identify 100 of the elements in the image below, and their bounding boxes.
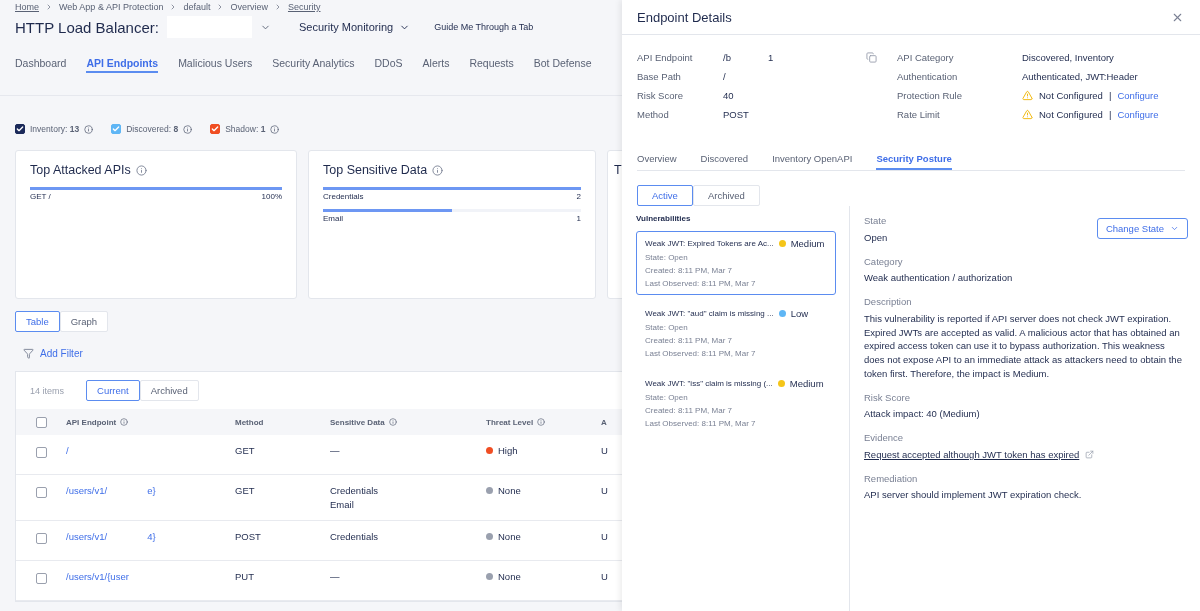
vulnerability-item[interactable]: Weak JWT: Expired Tokens are Ac... Medium State: Open Created: 8:11 PM, Mar 7 Last Observed: 8:11 PM, Mar 7 [636, 231, 836, 295]
field-label: API Endpoint [637, 51, 694, 63]
tab[interactable]: Dashboard [15, 57, 67, 73]
segment-tab[interactable]: Archived [139, 380, 199, 401]
tab[interactable]: Requests [469, 57, 514, 73]
change-state-button[interactable]: Change State [1096, 218, 1188, 239]
endpoint-link[interactable]: /users/v1/{user [66, 571, 235, 582]
threat-level: None [498, 531, 521, 542]
info-icon [183, 124, 193, 134]
section-heading: Vulnerabilities [636, 214, 692, 223]
bar-value: 100% [261, 192, 282, 201]
tab[interactable]: Inventory OpenAPI [772, 153, 853, 170]
detail-label: State [864, 214, 888, 228]
external-link-icon [1085, 450, 1095, 460]
field-value: Not Configured [1039, 108, 1103, 120]
field-value: POST [723, 108, 749, 120]
tab[interactable]: Overview [637, 153, 677, 170]
field-label: Authentication [897, 70, 959, 82]
created-time: Created: 8:11 PM, Mar 7 [645, 266, 733, 275]
column-header: Method [235, 417, 264, 427]
field-value: Not Configured [1039, 89, 1103, 101]
bar-label: Credentials [323, 192, 364, 201]
guide-button[interactable]: Guide Me Through a Tab [428, 21, 540, 33]
bar-value: 1 [576, 214, 581, 223]
table-cell-text: U [601, 445, 609, 456]
checkbox[interactable] [111, 124, 122, 134]
info-icon [120, 418, 129, 426]
checkbox[interactable] [36, 573, 47, 584]
vulnerability-item[interactable]: Weak JWT: "aud" claim is missing ... Low State: Open Created: 8:11 PM, Mar 7 Last Observed: 8:11 PM, Mar 7 [636, 301, 836, 365]
copy-icon[interactable] [866, 52, 877, 63]
tab[interactable]: DDoS [374, 57, 403, 73]
column-header: API Endpoint [66, 417, 117, 427]
vulnerability-title: Weak JWT: "aud" claim is missing ... [645, 309, 774, 318]
field-label: Base Path [637, 70, 682, 82]
tab[interactable]: Security Posture [876, 153, 952, 170]
checkbox[interactable] [36, 487, 47, 498]
table-cell-text: GET [235, 445, 256, 456]
endpoint-link[interactable]: / [66, 445, 235, 456]
breadcrumb-item[interactable]: Web App & API Protection [59, 2, 164, 12]
vulnerability-item[interactable]: Weak JWT: "iss" claim is missing (... Medium State: Open Created: 8:11 PM, Mar 7 Last Observed: 8:11 PM, Mar 7 [636, 371, 836, 435]
tab[interactable]: Alerts [422, 57, 450, 73]
warning-icon [1022, 108, 1033, 120]
endpoint-link[interactable]: /users/v1/ e} [66, 485, 235, 496]
tab[interactable]: API Endpoints [86, 57, 159, 73]
warning-icon [1022, 89, 1033, 101]
segment-tab[interactable]: Current [86, 380, 140, 401]
tab[interactable]: Security Analytics [272, 57, 355, 73]
endpoint-link[interactable]: /users/v1/ 4} [66, 531, 235, 542]
detail-value: Weak authentication / authorization [864, 271, 1014, 286]
checkbox[interactable] [210, 124, 221, 134]
add-filter-button[interactable]: Add Filter [23, 348, 622, 359]
detail-label: Description [864, 295, 913, 309]
created-time: Created: 8:11 PM, Mar 7 [645, 336, 733, 345]
view-toggle[interactable]: Graph [59, 311, 109, 332]
field-value: Authenticated, JWT:Header [1022, 70, 1138, 82]
breadcrumb-item[interactable]: default [183, 2, 211, 12]
threat-level: High [498, 445, 518, 456]
configure-link[interactable]: Configure [1117, 108, 1159, 120]
info-icon [432, 164, 444, 176]
tab[interactable]: Malicious Users [178, 57, 253, 73]
configure-link[interactable]: Configure [1117, 89, 1159, 101]
created-time: Created: 8:11 PM, Mar 7 [645, 406, 733, 415]
vulnerability-title: Weak JWT: "iss" claim is missing (... [645, 379, 773, 388]
table-cell-text: U [601, 531, 609, 542]
field-label: API Category [897, 51, 955, 63]
card-title: T [614, 163, 622, 177]
info-icon [388, 418, 397, 426]
field-label: Rate Limit [897, 108, 941, 120]
table-cell-text: — [330, 445, 341, 456]
breadcrumb-item[interactable]: Security [287, 2, 321, 12]
checkbox[interactable] [36, 533, 47, 544]
observed-time: Last Observed: 8:11 PM, Mar 7 [645, 349, 757, 358]
checkbox[interactable] [15, 124, 25, 134]
page-title: HTTP Load Balancer: [15, 18, 159, 36]
view-dropdown[interactable]: Security Monitoring [292, 20, 417, 34]
table-cell-text: — [330, 571, 341, 582]
vulnerability-state: State: Open [645, 253, 689, 262]
tab[interactable]: Discovered [700, 153, 749, 170]
tab[interactable]: Bot Defense [533, 57, 592, 73]
threat-level: None [498, 571, 521, 582]
drawer-title: Endpoint Details [637, 9, 732, 25]
card-title: Top Attacked APIs [30, 163, 131, 177]
checkbox[interactable] [36, 447, 47, 458]
threat-level: None [498, 485, 521, 496]
table-cell-text: GET [235, 485, 256, 496]
segment-tab[interactable]: Archived [692, 185, 760, 206]
bar-value: 2 [576, 192, 581, 201]
detail-label: Evidence [864, 431, 905, 445]
breadcrumb-item[interactable]: Home [15, 2, 39, 12]
evidence-link[interactable]: Request accepted although JWT token has expired [864, 447, 1080, 462]
detail-label: Remediation [864, 471, 919, 486]
checkbox[interactable] [36, 416, 47, 428]
view-toggle[interactable]: Table [15, 311, 60, 332]
segment-tab[interactable]: Active [637, 185, 693, 206]
vulnerability-title: Weak JWT: Expired Tokens are Ac... [645, 239, 774, 248]
detail-value: Attack impact: 40 (Medium) [864, 407, 981, 422]
breadcrumb-item[interactable]: Overview [230, 2, 268, 12]
table-cell-text: Credentials [330, 531, 380, 542]
field-value: /b 1 [723, 51, 774, 63]
info-icon [135, 164, 147, 176]
